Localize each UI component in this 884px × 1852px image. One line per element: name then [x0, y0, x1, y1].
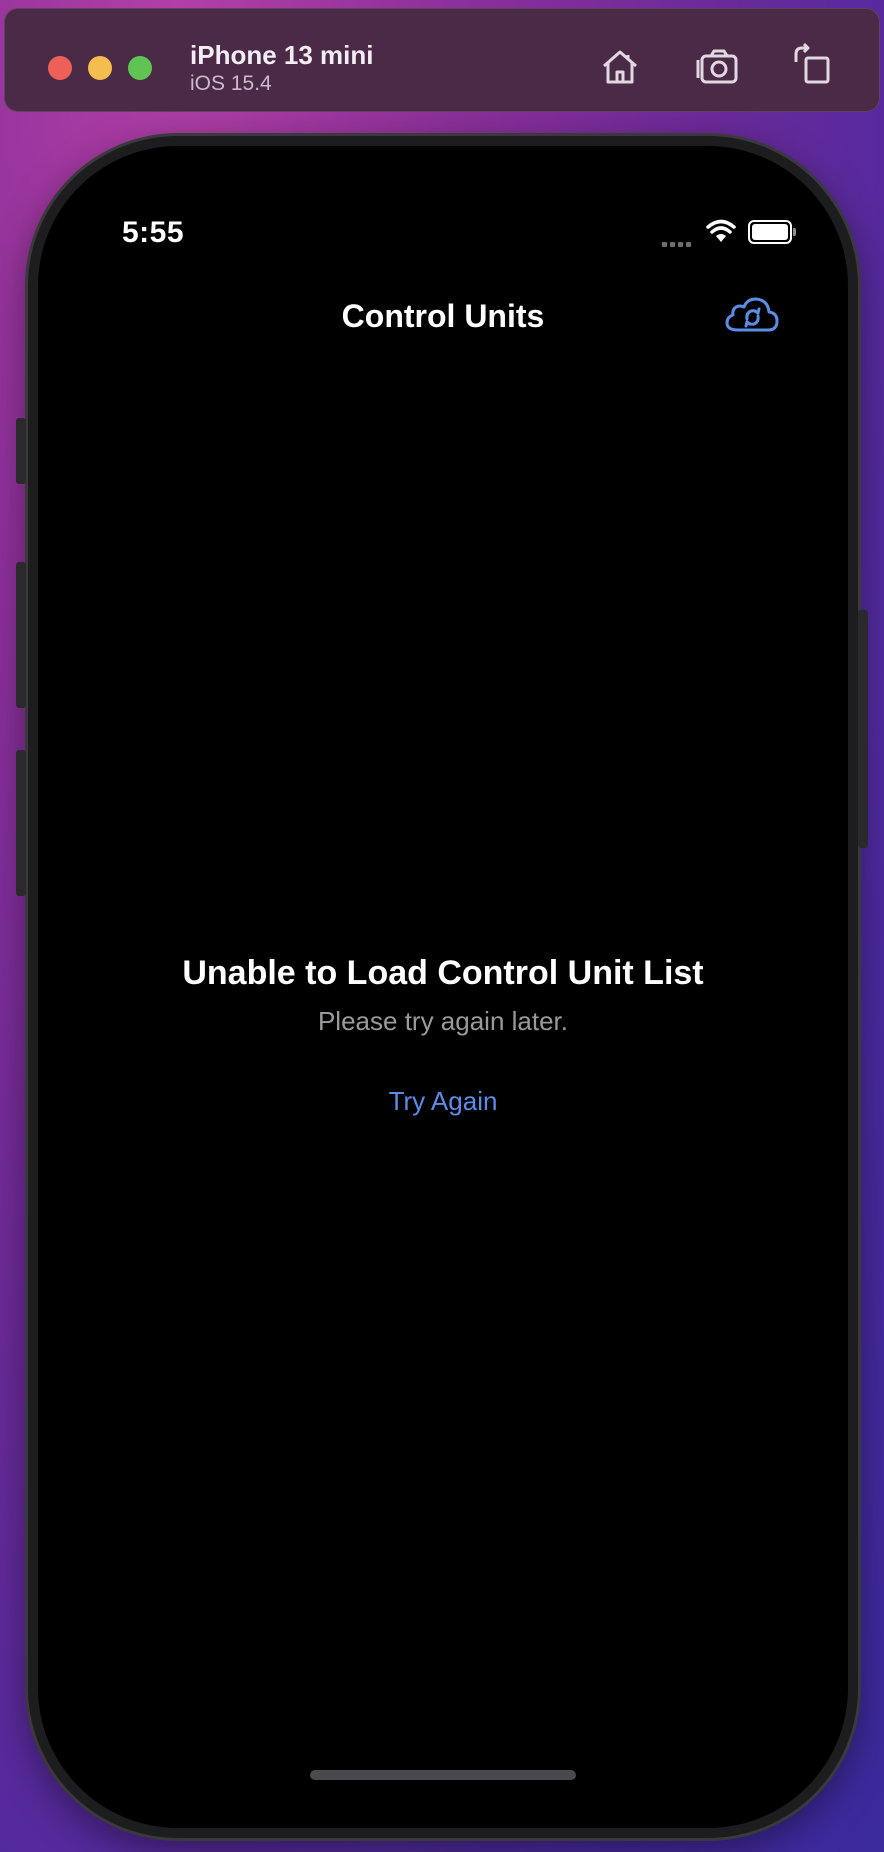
- power-button: [858, 610, 868, 848]
- volume-up-button: [16, 562, 26, 708]
- volume-down-button: [16, 750, 26, 896]
- home-icon[interactable]: [596, 42, 644, 90]
- minimize-window-button[interactable]: [88, 56, 112, 80]
- error-message: Please try again later.: [317, 1006, 569, 1036]
- simulator-title-bar: iPhone 13 mini iOS 15.4: [4, 8, 880, 112]
- status-time: 5:55: [122, 216, 185, 249]
- screenshot-icon[interactable]: [694, 42, 742, 90]
- cloud-refresh-icon: [725, 297, 779, 332]
- device-os-version: iOS 15.4: [190, 72, 272, 95]
- wifi-icon: [706, 219, 736, 242]
- zoom-window-button[interactable]: [128, 56, 152, 80]
- error-title: Unable to Load Control Unit List: [182, 954, 704, 992]
- try-again-button[interactable]: Try Again: [38, 1086, 848, 1117]
- app-screen: 5:55 Control Units Unable to Load Contro…: [38, 146, 848, 1828]
- battery-icon: [748, 220, 796, 244]
- rotate-icon[interactable]: [788, 42, 836, 90]
- close-window-button[interactable]: [48, 56, 72, 80]
- cellular-signal-icon: [662, 234, 694, 252]
- home-indicator[interactable]: [310, 1770, 576, 1780]
- cloud-refresh-button[interactable]: [724, 292, 780, 336]
- device-name: iPhone 13 mini: [190, 40, 374, 70]
- mute-switch: [16, 418, 26, 484]
